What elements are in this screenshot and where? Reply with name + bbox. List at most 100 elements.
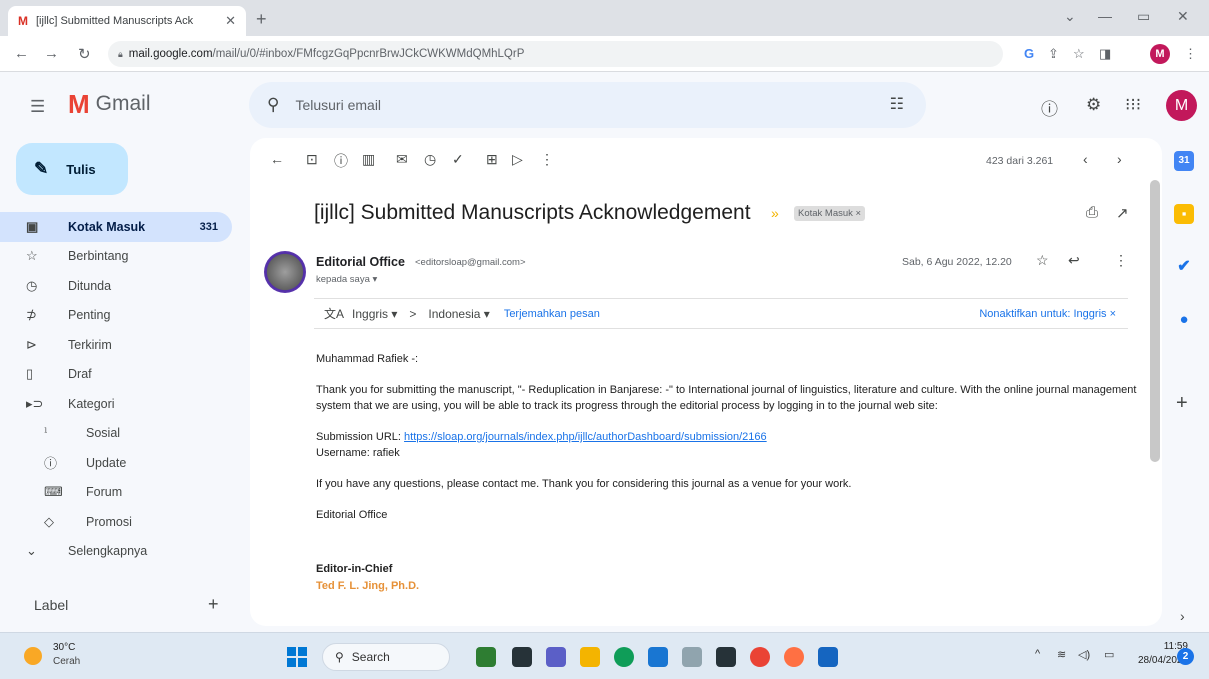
tasks-icon[interactable]: ✔ — [1174, 257, 1194, 277]
report-spam-icon[interactable]: ⓘ — [334, 151, 348, 171]
maximize-icon[interactable]: ▭ — [1137, 8, 1150, 25]
chrome-icon[interactable] — [750, 647, 770, 667]
volume-icon[interactable]: ◁) — [1078, 648, 1090, 661]
settings-gear-icon[interactable]: ⚙ — [1086, 95, 1101, 115]
taskbar-app-icon[interactable] — [682, 647, 702, 667]
compose-button[interactable]: ✎ Tulis — [16, 143, 128, 195]
browser-menu-icon[interactable]: ⋮ — [1184, 46, 1197, 62]
email-more-icon[interactable]: ⋮ — [1114, 252, 1128, 269]
inbox-label-chip[interactable]: Kotak Masuk × — [794, 206, 866, 221]
dropbox-icon[interactable] — [716, 647, 736, 667]
gmail-favicon-icon: M — [18, 14, 28, 28]
sidebar-item[interactable]: ▣ Kotak Masuk 331 — [0, 212, 232, 242]
search-bar[interactable]: ⚲ Telusuri email ☷ — [249, 82, 926, 128]
reply-icon[interactable]: ↩ — [1068, 252, 1080, 269]
start-button[interactable] — [287, 647, 307, 667]
battery-icon[interactable]: ▭ — [1104, 648, 1114, 661]
star-email-icon[interactable]: ☆ — [1036, 252, 1049, 269]
open-new-window-icon[interactable]: ↗ — [1116, 204, 1129, 222]
target-language-select[interactable]: Indonesia ▾ — [428, 307, 489, 321]
help-icon[interactable]: ⓘ — [1041, 95, 1058, 120]
contacts-icon[interactable]: ● — [1174, 310, 1194, 330]
taskbar-search[interactable]: ⚲ Search — [322, 643, 450, 671]
sidebar-item[interactable]: ▸⊃ Kategori — [0, 389, 236, 419]
print-icon[interactable]: ⎙ — [1086, 204, 1098, 221]
sidebar-item[interactable]: ⌨ Forum — [0, 478, 236, 508]
archive-icon[interactable]: ⊡ — [306, 151, 318, 168]
wifi-icon[interactable]: ≋ — [1057, 648, 1066, 661]
close-tab-icon[interactable]: ✕ — [225, 13, 236, 29]
email-scrollbar[interactable] — [1150, 180, 1160, 462]
search-icon[interactable]: ⚲ — [267, 95, 279, 115]
sidebar-item[interactable]: ⊅ Penting — [0, 301, 236, 331]
next-email-icon[interactable]: › — [1117, 151, 1122, 167]
taskbar-app-icon[interactable] — [512, 647, 532, 667]
email-body: Muhammad Rafiek -: Thank you for submitt… — [316, 351, 1146, 594]
sidebar-item[interactable]: ᣳ Sosial — [0, 419, 236, 449]
notification-badge[interactable]: 2 — [1177, 648, 1194, 665]
back-icon[interactable]: ← — [14, 45, 29, 62]
search-options-icon[interactable]: ☷ — [890, 94, 904, 114]
close-window-icon[interactable]: ✕ — [1177, 8, 1189, 25]
show-side-panel-icon[interactable]: › — [1180, 608, 1185, 624]
unread-count: 331 — [199, 220, 218, 233]
reload-icon[interactable]: ↻ — [78, 45, 91, 63]
forward-icon[interactable]: → — [44, 45, 59, 62]
word-icon[interactable] — [818, 647, 838, 667]
firefox-icon[interactable] — [784, 647, 804, 667]
edge-icon[interactable] — [614, 647, 634, 667]
snooze-icon[interactable]: ◷ — [424, 151, 436, 168]
add-label-icon[interactable]: + — [208, 594, 219, 615]
email-paragraph: If you have any questions, please contac… — [316, 478, 852, 490]
sidebar-item[interactable]: ◷ Ditunda — [0, 271, 236, 301]
sender-name[interactable]: Editorial Office — [316, 255, 405, 269]
translate-message-link[interactable]: Terjemahkan pesan — [504, 308, 600, 320]
apps-grid-icon[interactable]: ⁝⁝⁝ — [1125, 95, 1141, 115]
label-icon[interactable]: ▷ — [512, 151, 523, 168]
minimize-icon[interactable]: — — [1098, 8, 1112, 24]
sidebar-item[interactable]: ⊳ Terkirim — [0, 330, 236, 360]
gmail-header: ☰ M Gmail ⚲ Telusuri email ☷ ⓘ ⚙ ⁝⁝⁝ M — [0, 72, 1209, 138]
tab-search-icon[interactable]: ⌄ — [1064, 8, 1076, 25]
keep-icon[interactable]: ▪ — [1174, 204, 1194, 224]
back-to-inbox-icon[interactable]: ← — [270, 151, 284, 167]
get-addons-icon[interactable]: + — [1176, 392, 1188, 415]
url-field[interactable]: 🔒︎ mail.google.com/mail/u/0/#inbox/FMfcg… — [108, 41, 1003, 67]
search-input[interactable]: Telusuri email — [295, 97, 381, 113]
sidebar-item[interactable]: ☆ Berbintang — [0, 242, 236, 272]
bookmark-star-icon[interactable]: ☆ — [1073, 46, 1085, 62]
browser-profile-avatar[interactable]: M — [1150, 44, 1170, 64]
main-menu-icon[interactable]: ☰ — [30, 97, 45, 117]
sidebar-item-label: Forum — [86, 485, 123, 500]
account-avatar[interactable]: M — [1166, 90, 1197, 121]
share-icon[interactable]: ⇪ — [1048, 46, 1059, 62]
more-options-icon[interactable]: ⋮ — [540, 151, 554, 168]
teams-icon[interactable] — [546, 647, 566, 667]
sidebar-item[interactable]: ⓘ Update — [0, 448, 236, 478]
taskbar-app-icon[interactable] — [476, 647, 496, 667]
add-task-icon[interactable]: ✓ — [452, 151, 464, 168]
weather-icon[interactable] — [24, 647, 42, 665]
source-language-select[interactable]: Inggris ▾ — [352, 307, 397, 321]
google-translate-icon[interactable]: G — [1024, 46, 1034, 61]
calendar-icon[interactable]: 31 — [1174, 151, 1194, 171]
delete-icon[interactable]: ▥ — [362, 151, 375, 168]
sidebar-item[interactable]: ⌄ Selengkapnya — [0, 537, 236, 567]
file-explorer-icon[interactable] — [580, 647, 600, 667]
mark-unread-icon[interactable]: ✉ — [396, 151, 408, 168]
sidebar-item[interactable]: ◇ Promosi — [0, 507, 236, 537]
tray-expand-icon[interactable]: ^ — [1035, 648, 1040, 660]
submission-url-link[interactable]: https://sloap.org/journals/index.php/ijl… — [404, 431, 767, 443]
gmail-logo[interactable]: M Gmail — [68, 91, 151, 117]
sidebar-item-label: Sosial — [86, 426, 121, 441]
important-marker-icon[interactable]: » — [771, 205, 779, 221]
browser-tab[interactable]: M [ijllc] Submitted Manuscripts Ack ✕ — [8, 6, 246, 36]
disable-translate-link[interactable]: Nonaktifkan untuk: Inggris × — [979, 308, 1116, 320]
side-panel-icon[interactable]: ◨ — [1099, 46, 1111, 62]
recipient-dropdown[interactable]: kepada saya ▾ — [316, 274, 377, 285]
new-tab-icon[interactable]: + — [256, 9, 267, 30]
store-icon[interactable] — [648, 647, 668, 667]
sidebar-item[interactable]: ▯ Draf — [0, 360, 236, 390]
prev-email-icon[interactable]: ‹ — [1083, 151, 1088, 167]
move-to-icon[interactable]: ⊞ — [486, 151, 498, 168]
